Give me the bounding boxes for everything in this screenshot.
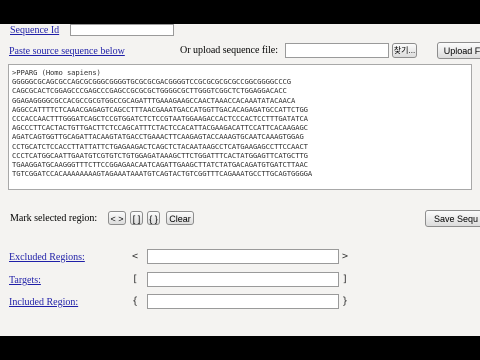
source-sequence-textarea[interactable]: >PPARG (Homo sapiens) GGGGGCGCAGCGCCAGCGC… [8,64,472,190]
upload-label: Or upload sequence file: [180,45,279,56]
excluded-open-bracket: < [132,251,139,262]
included-close-bracket: } [342,296,349,307]
mark-target-button[interactable]: [ ] [130,211,143,225]
sequence-id-input[interactable] [70,24,174,36]
sequence-id-link[interactable]: Sequence Id [10,25,59,36]
sequence-line: CCCTCATGGCAATTGAATGTCGTGTCTGTGGAGATAAAGC… [12,150,308,160]
sequence-lines: >PPARG (Homo sapiens) GGGGGCGCAGCGCCAGCGC… [12,68,468,178]
targets-open-bracket: [ [132,274,139,285]
sequence-line: GGAGAGGGGCGCCACGCCGCGTGGCCGCAGATTTGAAAGA… [12,95,296,105]
included-open-bracket: { [132,296,139,307]
sequence-line: CCTGCATCTCCACCTTATTATTCTGAGAAGACTCAGCTCT… [12,141,308,151]
targets-input[interactable] [147,272,339,287]
sequence-line: AGATCAGTGGTTGCAGATTACAAGTATGACCTGAAACTTC… [12,132,304,142]
excluded-regions-link[interactable]: Excluded Regions: [9,252,85,263]
mark-excluded-button[interactable]: < > [108,211,126,225]
mark-included-button[interactable]: { } [147,211,160,225]
included-region-link[interactable]: Included Region: [9,297,78,308]
primer-design-form: Sequence Id Paste source sequence below … [0,24,480,336]
mark-region-label: Mark selected region: [10,213,98,224]
targets-link[interactable]: Targets: [9,275,41,286]
sequence-line: GGGGGCGCAGCGCCAGCGCGGGCGGGGTGCGCGCGACGGG… [12,77,291,87]
targets-close-bracket: ] [342,274,349,285]
excluded-close-bracket: > [342,251,349,262]
browse-button[interactable]: 찾기... [392,43,417,58]
sequence-line: CCCACCAACTTTGGGATCAGCTCCGTGGATCTCTCCGTAA… [12,114,308,124]
upload-button[interactable]: Upload F [437,42,480,59]
sequence-line: TGTCGGATCCACAAAAAAAAGTAGAAATAAATGTCAGTAC… [12,169,313,179]
sequence-line: CAGCGCACTCGGAGCCCGAGCCCGAGCCGCGCGCTGGGGC… [12,86,287,96]
upload-file-input[interactable] [285,43,389,58]
included-region-input[interactable] [147,294,339,309]
excluded-regions-input[interactable] [147,249,339,264]
paste-sequence-link[interactable]: Paste source sequence below [9,46,125,57]
sequence-line: AGCCCTTCACTACTGTTGACTTCTCCAGCATTTCTACTCC… [12,123,308,133]
sequence-line: AGGCCATTTTCTCAAACGAGAGTCAGCCTTTAACGAAATG… [12,104,308,114]
clear-button[interactable]: Clear [166,211,194,225]
sequence-line: TGAAGGATGCAAGGGTTTCTTCCGGAGAACAATCAGATTG… [12,160,308,170]
sequence-header-line: >PPARG (Homo sapiens) [12,68,101,77]
save-sequence-button[interactable]: Save Sequ [425,210,480,227]
